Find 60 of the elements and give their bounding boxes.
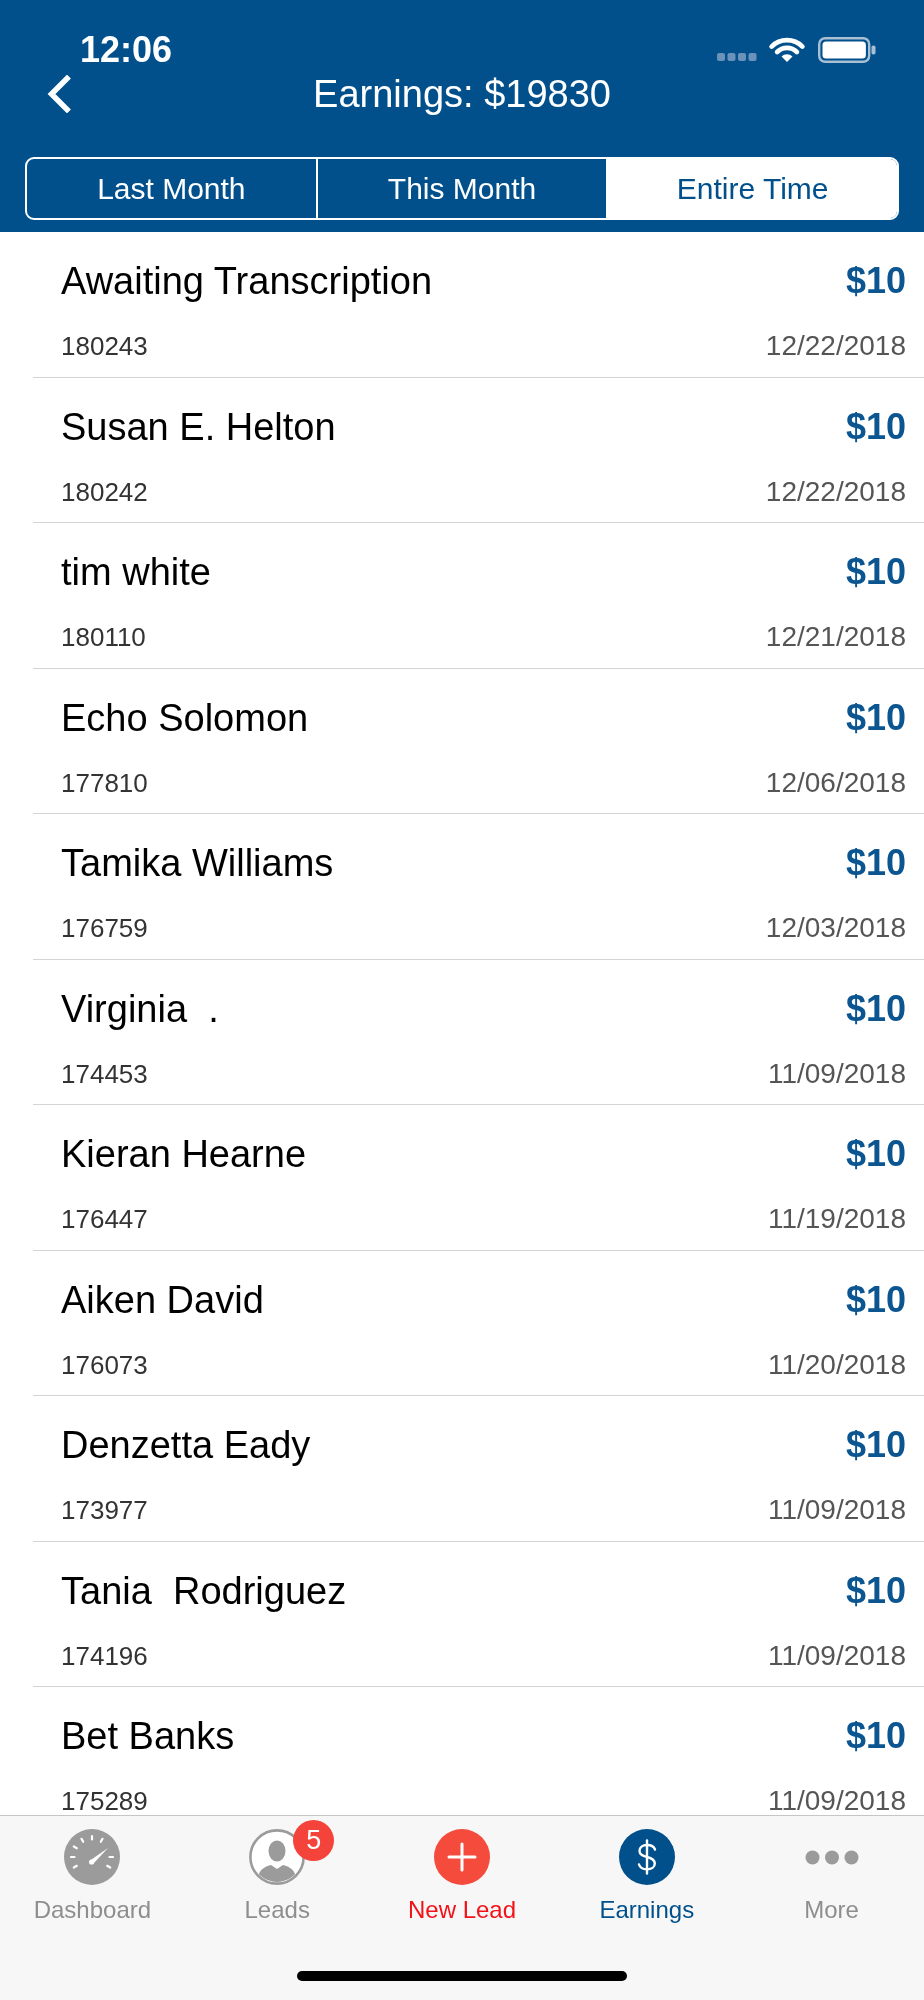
back-icon xyxy=(46,75,72,113)
entry-date: 11/09/2018 xyxy=(767,1059,906,1088)
entry-amount: $10 xyxy=(845,550,906,594)
tab-bar-item[interactable]: 5 Leads xyxy=(184,1819,370,1925)
entry-amount: $10 xyxy=(845,1714,906,1758)
entry-date: 11/09/2018 xyxy=(767,1787,906,1815)
entry-date: 11/09/2018 xyxy=(767,1641,906,1670)
entry-amount: $10 xyxy=(845,259,906,303)
entry-name: Susan E. Helton xyxy=(61,404,336,450)
entry-id: 174196 xyxy=(61,1641,148,1670)
entry-name: Aiken David xyxy=(61,1277,264,1323)
screen-title: Earnings: $19830 xyxy=(313,72,611,117)
entry-name: Denzetta Eady xyxy=(61,1423,311,1468)
dollar-icon xyxy=(618,1829,675,1885)
notification-badge: 5 xyxy=(293,1820,335,1861)
entry-name: Kieran Hearne xyxy=(61,1132,307,1177)
entry-date: 12/22/2018 xyxy=(765,332,906,360)
entry-date: 12/06/2018 xyxy=(765,768,906,797)
entry-date: 11/20/2018 xyxy=(767,1350,906,1379)
gauge-icon xyxy=(64,1829,121,1885)
entry-date: 12/22/2018 xyxy=(765,477,906,506)
entry-id: 177810 xyxy=(61,768,148,797)
signal-icon xyxy=(717,52,757,62)
entry-amount: $10 xyxy=(845,1568,906,1613)
plus-icon xyxy=(434,1829,490,1885)
entry-amount: $10 xyxy=(845,404,906,449)
entry-amount: $10 xyxy=(845,1423,906,1467)
entry-id: 173977 xyxy=(61,1496,148,1524)
entry-amount: $10 xyxy=(845,695,906,740)
entry-id: 175289 xyxy=(61,1787,148,1815)
entry-id: 180243 xyxy=(61,332,148,360)
entry-name: Bet Banks xyxy=(61,1714,235,1759)
segment-tab[interactable]: Entire Time xyxy=(606,159,897,218)
entry-amount: $10 xyxy=(845,1277,906,1322)
entry-amount: $10 xyxy=(845,1132,906,1176)
wifi-icon xyxy=(768,36,806,64)
entry-date: 12/03/2018 xyxy=(765,914,906,942)
entry-name: tim white xyxy=(61,550,211,595)
entry-amount: $10 xyxy=(845,841,906,885)
entry-id: 176073 xyxy=(61,1350,148,1379)
entry-id: 180242 xyxy=(61,477,148,506)
tab-bar-item[interactable]: New Lead xyxy=(369,1819,555,1925)
tab-bar-item[interactable]: Earnings xyxy=(554,1819,740,1925)
entry-date: 12/21/2018 xyxy=(765,623,906,651)
entry-id: 176759 xyxy=(61,914,148,942)
entry-name: Tamika Williams xyxy=(61,841,334,886)
entry-amount: $10 xyxy=(845,986,906,1031)
segment-tab[interactable]: Last Month xyxy=(27,159,316,218)
entry-id: 174453 xyxy=(61,1059,148,1088)
entry-id: 180110 xyxy=(61,623,146,651)
entry-name: Virginia . xyxy=(61,986,219,1032)
entry-name: Echo Solomon xyxy=(61,695,309,741)
entry-name: Awaiting Transcription xyxy=(61,259,433,304)
entry-id: 176447 xyxy=(61,1205,148,1233)
battery-icon xyxy=(818,37,876,63)
status-time: 12:06 xyxy=(80,30,173,70)
ellipsis-icon xyxy=(804,1849,859,1865)
entry-date: 11/09/2018 xyxy=(767,1496,906,1524)
entry-name: Tania Rodriguez xyxy=(61,1568,347,1614)
entry-date: 11/19/2018 xyxy=(767,1205,906,1233)
